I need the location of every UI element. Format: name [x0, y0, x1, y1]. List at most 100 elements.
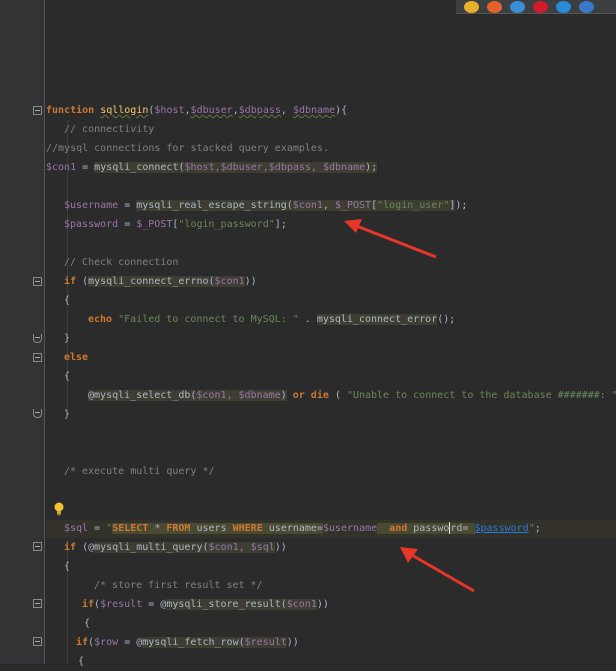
sql-text: *	[148, 523, 167, 534]
code-line: {	[64, 561, 71, 572]
param: $host	[154, 105, 185, 116]
punct: =	[118, 200, 137, 211]
param: $dbpass	[238, 105, 281, 116]
fold-toggle-icon[interactable]	[33, 106, 42, 115]
fold-toggle-icon[interactable]	[33, 542, 42, 551]
code-line: {	[64, 295, 71, 306]
fold-toggle-icon[interactable]	[33, 277, 42, 286]
punct: = @	[118, 637, 143, 648]
string: "login_user"	[377, 200, 450, 211]
punct: ))	[274, 542, 287, 553]
function-call: mysqli_connect_errno	[88, 276, 209, 287]
string: "login_password"	[178, 219, 275, 230]
punct: ){	[335, 105, 348, 116]
variable: $con1	[46, 162, 77, 173]
fold-end-icon[interactable]	[33, 334, 42, 343]
arg: $con1	[292, 200, 323, 211]
function-call: mysqli_connect	[94, 162, 179, 173]
code-line: }	[64, 333, 71, 344]
code-line: echo "Failed to connect to MySQL: " . my…	[46, 311, 616, 329]
args: $host,$dbuser,$dbpass, $dbname	[184, 162, 366, 173]
arg: $result	[244, 637, 287, 648]
fold-toggle-icon[interactable]	[33, 637, 42, 646]
sql-text: rd=	[450, 523, 475, 534]
highlight: mysqli_connect($host,$dbuser,$dbpass, $d…	[94, 162, 378, 173]
sql-highlight: SELECT * FROM users WHERE username=	[112, 523, 323, 534]
keyword: or die	[286, 390, 329, 401]
keyword: if	[82, 599, 95, 610]
punct: );	[455, 200, 468, 211]
code-line: if (@mysqli_multi_query($con1, $sql))	[46, 539, 616, 557]
arg: $_POST	[334, 200, 372, 211]
fold-toggle-icon[interactable]	[33, 599, 42, 608]
fold-end-icon[interactable]	[33, 409, 42, 418]
variable: $password	[64, 219, 119, 230]
arg: $con1	[286, 599, 317, 610]
code-line: }	[64, 409, 71, 420]
sql-keyword: and	[389, 523, 408, 534]
variable: $username	[322, 523, 378, 534]
keyword: if	[76, 637, 89, 648]
keyword: echo	[88, 314, 113, 325]
highlight: mysqli_connect_errno($con1	[88, 276, 245, 287]
variable-link[interactable]: $password	[475, 523, 529, 534]
fold-toggle-icon[interactable]	[33, 353, 42, 362]
chrome-icon[interactable]	[464, 0, 479, 13]
punct: ,	[280, 105, 293, 116]
code-line: $con1 = mysqli_connect($host,$dbuser,$db…	[46, 159, 616, 177]
punct: .	[298, 314, 317, 325]
code-line: $username = mysqli_real_escape_string($c…	[46, 197, 616, 215]
param: $dbname	[292, 105, 336, 116]
function-call: mysqli_real_escape_string	[136, 200, 287, 211]
opera-icon[interactable]	[533, 0, 548, 13]
function-call: mysqli_connect_error	[316, 314, 438, 325]
punct: =	[118, 219, 137, 230]
arg: $con1	[214, 276, 245, 287]
sql-keyword: FROM	[166, 523, 191, 534]
arg: $_POST	[136, 219, 173, 230]
lightbulb-icon[interactable]	[53, 502, 65, 516]
function-call: mysqli_select_db	[94, 390, 191, 401]
punct: ))	[316, 599, 329, 610]
highlight: mysqli_real_escape_string($con1, $_POST[…	[136, 200, 456, 211]
string: "Unable to connect to the database #####…	[346, 390, 616, 401]
punct: =	[88, 523, 107, 534]
code-line: else	[64, 352, 89, 363]
variable: $username	[64, 200, 119, 211]
code-line: function sqllogin($host,$dbuser,$dbpass,…	[46, 102, 616, 120]
function-call: mysqli_fetch_row	[142, 637, 239, 648]
punct: (	[328, 390, 347, 401]
punct: = @	[142, 599, 167, 610]
function-name: sqllogin	[100, 105, 149, 116]
keyword: if	[64, 276, 77, 287]
highlight: mysqli_multi_query($con1, $sql	[94, 542, 275, 553]
code-line: {	[84, 618, 91, 629]
punct: ];	[274, 219, 287, 230]
code-line-current: $sql = "SELECT * FROM users WHERE userna…	[46, 520, 616, 538]
firefox-icon[interactable]	[487, 0, 502, 13]
variable: $row	[94, 637, 119, 648]
code-line: if (mysqli_connect_errno($con1))	[46, 273, 616, 291]
sql-highlight: and password=	[377, 522, 475, 534]
keyword: function	[46, 105, 95, 116]
comment-line: // Check connection	[64, 257, 179, 268]
editor-gutter	[0, 0, 45, 664]
sql-text: passwo	[407, 523, 450, 534]
punct: (	[76, 276, 89, 287]
edge-icon[interactable]	[579, 0, 594, 13]
arg: $con1, $dbname	[196, 390, 281, 401]
punct: );	[365, 162, 378, 173]
punct: ))	[244, 276, 257, 287]
code-line: {	[64, 371, 71, 382]
safari-icon[interactable]	[510, 0, 525, 13]
comment-line: // connectivity	[64, 124, 155, 135]
comment-line: //mysql connections for stacked query ex…	[46, 143, 329, 154]
sql-keyword: SELECT	[112, 523, 149, 534]
ie-icon[interactable]	[556, 0, 571, 13]
punct: ;	[534, 523, 541, 534]
punct: ))	[286, 637, 299, 648]
function-call: mysqli_store_result	[166, 599, 281, 610]
sql-text: username=	[262, 523, 323, 534]
param: $dbuser	[190, 105, 233, 116]
